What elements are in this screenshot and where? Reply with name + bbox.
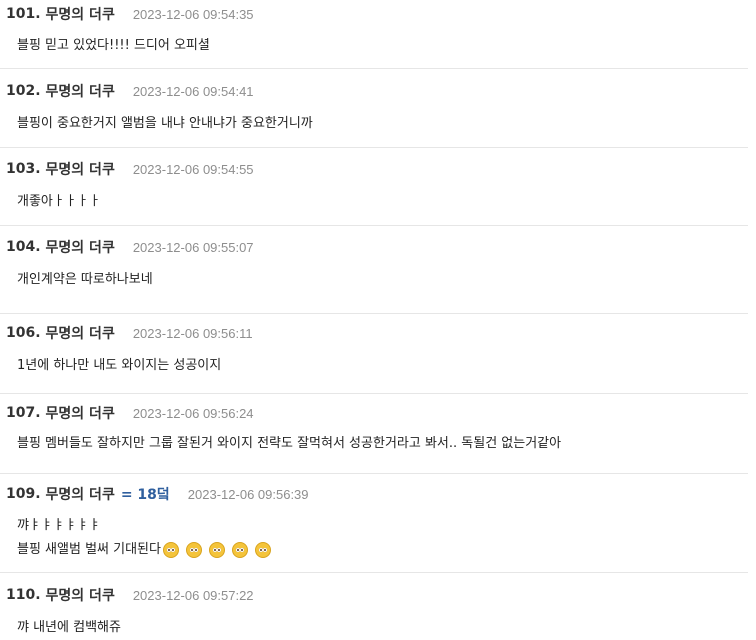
comment-text: 꺄ㅑㅑㅑㅑㅑㅑ bbox=[17, 518, 101, 533]
comment-header: 109. 무명의 더쿠 = 18덬 2023-12-06 09:56:39 bbox=[6, 482, 309, 506]
comment-header: 101. 무명의 더쿠 2023-12-06 09:54:35 bbox=[6, 2, 254, 26]
comment-text: 블핑 믿고 있었다!!!! 드디어 오피셜 bbox=[17, 38, 210, 53]
pleading-face-icon bbox=[208, 541, 225, 558]
comment-time: 2023-12-06 09:56:39 bbox=[187, 486, 309, 502]
comment-text: 개인계약은 따로하나보네 bbox=[17, 272, 153, 287]
author-tag: = 18덬 bbox=[120, 487, 170, 503]
comment-text: 꺄 내년에 컴백해쥬 bbox=[17, 620, 121, 635]
comment-text: 1년에 하나만 내도 와이지는 성공이지 bbox=[17, 358, 222, 373]
pleading-face-icon bbox=[162, 541, 179, 558]
comment-author: 무명의 더쿠 bbox=[45, 7, 115, 23]
comment-author: 무명의 더쿠 bbox=[45, 162, 115, 178]
comment-item: 102. 무명의 더쿠 2023-12-06 09:54:41 블핑이 중요한거… bbox=[0, 69, 748, 148]
comment-header: 106. 무명의 더쿠 2023-12-06 09:56:11 bbox=[6, 321, 253, 345]
comment-body: 블핑 믿고 있었다!!!! 드디어 오피셜 bbox=[17, 34, 210, 58]
comment-body: 꺄ㅑㅑㅑㅑㅑㅑ 블핑 새앨범 벌써 기대된다 bbox=[17, 514, 278, 562]
comment-item: 106. 무명의 더쿠 2023-12-06 09:56:11 1년에 하나만 … bbox=[0, 314, 748, 394]
comment-body: 블핑 멤버들도 잘하지만 그룹 잘된거 와이지 전략도 잘먹혀서 성공한거라고 … bbox=[17, 432, 561, 456]
comment-text-with-emoji: 블핑 새앨범 벌써 기대된다 bbox=[17, 538, 278, 562]
comment-time: 2023-12-06 09:57:22 bbox=[132, 587, 254, 603]
comment-author: 무명의 더쿠 bbox=[45, 240, 115, 256]
comment-number[interactable]: 106. bbox=[6, 325, 41, 341]
comment-header: 102. 무명의 더쿠 2023-12-06 09:54:41 bbox=[6, 79, 254, 103]
comment-item: 104. 무명의 더쿠 2023-12-06 09:55:07 개인계약은 따로… bbox=[0, 226, 748, 314]
comment-author: 무명의 더쿠 bbox=[45, 487, 115, 503]
comment-time: 2023-12-06 09:54:35 bbox=[132, 6, 254, 22]
comment-body: 개인계약은 따로하나보네 bbox=[17, 268, 153, 292]
comment-header: 104. 무명의 더쿠 2023-12-06 09:55:07 bbox=[6, 235, 254, 259]
comment-number[interactable]: 110. bbox=[6, 587, 41, 603]
comment-number[interactable]: 107. bbox=[6, 405, 41, 421]
comment-number[interactable]: 101. bbox=[6, 6, 41, 22]
pleading-face-icon bbox=[185, 541, 202, 558]
comment-time: 2023-12-06 09:54:55 bbox=[132, 161, 254, 177]
comment-header: 103. 무명의 더쿠 2023-12-06 09:54:55 bbox=[6, 157, 254, 181]
comment-number[interactable]: 109. bbox=[6, 486, 41, 502]
comment-number[interactable]: 104. bbox=[6, 239, 41, 255]
pleading-face-icon bbox=[254, 541, 271, 558]
comment-text: 블핑이 중요한거지 앨범을 내냐 안내냐가 중요한거니까 bbox=[17, 116, 313, 131]
comment-number[interactable]: 102. bbox=[6, 83, 41, 99]
comment-text: 개좋아ㅏㅏㅏㅏ bbox=[17, 194, 101, 209]
comment-author: 무명의 더쿠 bbox=[45, 326, 115, 342]
comment-item: 109. 무명의 더쿠 = 18덬 2023-12-06 09:56:39 꺄ㅑ… bbox=[0, 474, 748, 573]
comment-header: 110. 무명의 더쿠 2023-12-06 09:57:22 bbox=[6, 583, 254, 607]
comment-number[interactable]: 103. bbox=[6, 161, 41, 177]
comment-item: 101. 무명의 더쿠 2023-12-06 09:54:35 블핑 믿고 있었… bbox=[0, 0, 748, 69]
pleading-face-icon bbox=[231, 541, 248, 558]
comment-item: 110. 무명의 더쿠 2023-12-06 09:57:22 꺄 내년에 컴백… bbox=[0, 573, 748, 640]
emoji-row bbox=[162, 541, 278, 558]
comment-text: 블핑 새앨범 벌써 기대된다 bbox=[17, 542, 161, 557]
comment-body: 꺄 내년에 컴백해쥬 bbox=[17, 616, 121, 640]
comment-body: 개좋아ㅏㅏㅏㅏ bbox=[17, 190, 101, 214]
comment-item: 103. 무명의 더쿠 2023-12-06 09:54:55 개좋아ㅏㅏㅏㅏ bbox=[0, 148, 748, 226]
comment-body: 블핑이 중요한거지 앨범을 내냐 안내냐가 중요한거니까 bbox=[17, 112, 313, 136]
comment-author: 무명의 더쿠 bbox=[45, 588, 115, 604]
comment-time: 2023-12-06 09:56:11 bbox=[132, 325, 253, 341]
comment-author: 무명의 더쿠 bbox=[45, 84, 115, 100]
comment-time: 2023-12-06 09:56:24 bbox=[132, 405, 254, 421]
comment-author: 무명의 더쿠 bbox=[45, 406, 115, 422]
comment-item: 107. 무명의 더쿠 2023-12-06 09:56:24 블핑 멤버들도 … bbox=[0, 394, 748, 474]
comment-time: 2023-12-06 09:54:41 bbox=[132, 83, 254, 99]
comment-body: 1년에 하나만 내도 와이지는 성공이지 bbox=[17, 354, 221, 378]
comment-time: 2023-12-06 09:55:07 bbox=[132, 239, 254, 255]
comment-header: 107. 무명의 더쿠 2023-12-06 09:56:24 bbox=[6, 401, 254, 425]
comment-text: 블핑 멤버들도 잘하지만 그룹 잘된거 와이지 전략도 잘먹혀서 성공한거라고 … bbox=[17, 436, 562, 451]
